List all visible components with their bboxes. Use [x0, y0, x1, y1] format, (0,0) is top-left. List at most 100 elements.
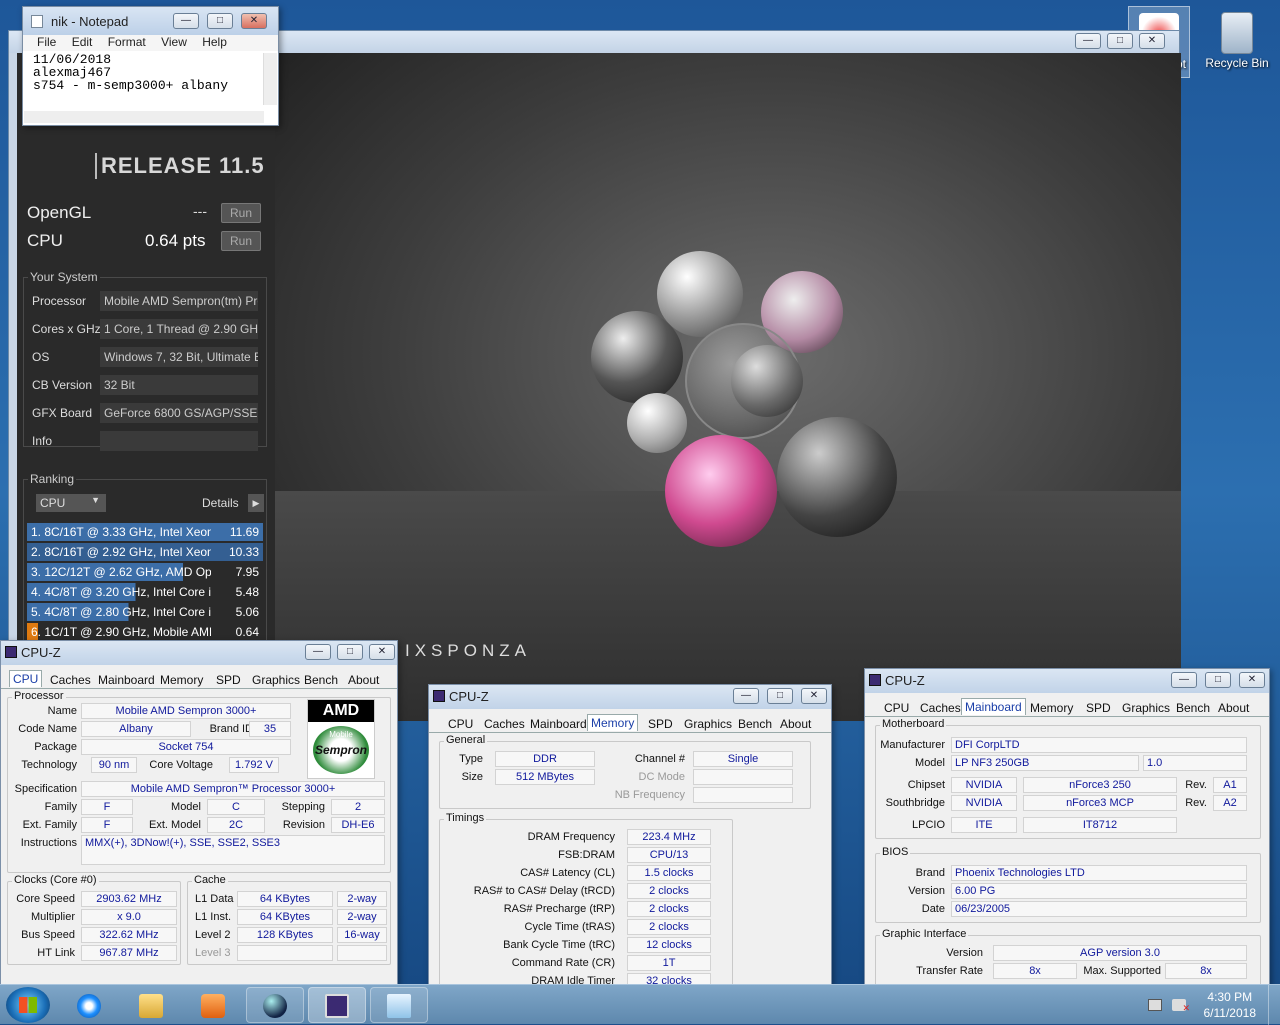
taskbar-notepad[interactable]	[370, 987, 428, 1023]
minimize-button[interactable]: —	[1171, 672, 1197, 688]
tab-mainboard[interactable]: Mainboard	[961, 698, 1026, 715]
stepping: 2	[331, 799, 385, 815]
media-player-icon	[201, 994, 225, 1018]
taskbar-clock[interactable]: 4:30 PM 6/11/2018	[1204, 989, 1257, 1021]
southbridge-rev: A2	[1213, 795, 1247, 811]
nb-frequency	[693, 787, 793, 803]
timing-value: 1T	[627, 955, 711, 971]
tab-about[interactable]: About	[777, 716, 814, 733]
tab-mainboard[interactable]: Mainboard	[95, 672, 158, 689]
tab-cpu[interactable]: CPU	[445, 716, 476, 733]
show-desktop-button[interactable]	[1268, 985, 1280, 1025]
tab-about[interactable]: About	[345, 672, 382, 689]
taskbar-cinebench[interactable]	[246, 987, 304, 1023]
bios-version: 6.00 PG	[951, 883, 1247, 899]
label-revision: Revision	[282, 819, 325, 831]
transfer-rate: 8x	[993, 963, 1077, 979]
tab-graphics[interactable]: Graphics	[1119, 700, 1173, 717]
maximize-button[interactable]: □	[1205, 672, 1231, 688]
taskbar: ✕ 4:30 PM 6/11/2018	[0, 984, 1280, 1025]
tray-network-icon[interactable]	[1148, 999, 1162, 1011]
tab-spd[interactable]: SPD	[213, 672, 244, 689]
notepad-icon	[387, 994, 411, 1018]
close-button[interactable]: ✕	[1139, 33, 1165, 49]
ranking-row[interactable]: 2. 8C/16T @ 2.92 GHz, Intel Xeon C 10.33	[27, 543, 263, 561]
taskbar-explorer[interactable]	[122, 987, 180, 1023]
close-button[interactable]: ✕	[241, 13, 267, 29]
tab-bench[interactable]: Bench	[301, 672, 341, 689]
recycle-bin-label: Recycle Bin	[1205, 56, 1269, 70]
menu-file[interactable]: File	[37, 35, 56, 49]
tab-spd[interactable]: SPD	[1083, 700, 1114, 717]
memory-size: 512 MBytes	[495, 769, 595, 785]
cinebench-window: — □ ✕ RELEASE 11.5 OpenGL --- Run CPU 0.…	[8, 30, 1181, 721]
taskbar-media[interactable]	[184, 987, 242, 1023]
tab-about[interactable]: About	[1215, 700, 1252, 717]
scrollbar-horizontal[interactable]	[24, 111, 264, 123]
label-instructions: Instructions	[20, 837, 77, 849]
close-button[interactable]: ✕	[1239, 672, 1265, 688]
recycle-bin[interactable]: Recycle Bin	[1204, 6, 1270, 70]
southbridge: nForce3 MCP	[1023, 795, 1177, 811]
l1-inst: 64 KBytes	[237, 909, 333, 925]
start-button[interactable]	[6, 987, 50, 1023]
ranking-row[interactable]: 5. 4C/8T @ 2.80 GHz, Intel Core i7 CF5.0…	[27, 603, 263, 621]
details-arrow-icon[interactable]: ▶	[248, 494, 264, 512]
logo-amd: AMD	[308, 700, 374, 722]
taskbar-cpuz[interactable]	[308, 987, 366, 1023]
logo-mobile: Mobile	[329, 730, 353, 739]
timing-value: 223.4 MHz	[627, 829, 711, 845]
tab-memory[interactable]: Memory	[157, 672, 206, 689]
opengl-run-button[interactable]: Run	[221, 203, 261, 223]
label-stepping: Stepping	[281, 801, 325, 813]
tab-caches[interactable]: Caches	[917, 700, 964, 717]
tab-mainboard[interactable]: Mainboard	[527, 716, 590, 733]
cpu-run-button[interactable]: Run	[221, 231, 261, 251]
scrollbar-vertical[interactable]	[263, 53, 277, 105]
close-button[interactable]: ✕	[369, 644, 395, 660]
tab-memory[interactable]: Memory	[587, 714, 639, 731]
ranking-row-current[interactable]: 6. 1C/1T @ 2.90 GHz, Mobile AMD S 0.64	[27, 623, 263, 641]
maximize-button[interactable]: □	[337, 644, 363, 660]
menu-edit[interactable]: Edit	[72, 35, 93, 49]
cpuz-icon	[325, 994, 349, 1018]
ranking-select[interactable]: CPU ▼	[36, 494, 106, 512]
tab-caches[interactable]: Caches	[47, 672, 94, 689]
label-package: Package	[34, 741, 77, 753]
minimize-button[interactable]: —	[1075, 33, 1101, 49]
label-southbridge: Southbridge	[885, 797, 945, 809]
close-button[interactable]: ✕	[801, 688, 827, 704]
notepad-text-area[interactable]: 11/06/2018 alexmaj467 s754 - m-semp3000+ a…	[23, 51, 278, 94]
label-rev: Rev.	[1185, 779, 1207, 791]
label-nb-frequency: NB Frequency	[614, 789, 685, 801]
tab-caches[interactable]: Caches	[481, 716, 528, 733]
tab-graphics[interactable]: Graphics	[681, 716, 735, 733]
maximize-button[interactable]: □	[1107, 33, 1133, 49]
instructions: MMX(+), 3DNow!(+), SSE, SSE2, SSE3	[81, 835, 385, 865]
label-ht-link: HT Link	[37, 947, 75, 959]
minimize-button[interactable]: —	[733, 688, 759, 704]
tab-cpu[interactable]: CPU	[9, 670, 43, 687]
tray-volume-icon[interactable]: ✕	[1172, 999, 1190, 1013]
timing-value: 2 clocks	[627, 919, 711, 935]
maximize-button[interactable]: □	[767, 688, 793, 704]
tab-bench[interactable]: Bench	[1173, 700, 1213, 717]
menu-help[interactable]: Help	[202, 35, 227, 49]
menu-format[interactable]: Format	[108, 35, 146, 49]
ranking-row[interactable]: 1. 8C/16T @ 3.33 GHz, Intel Xeon C 11.69	[27, 523, 263, 541]
tab-cpu[interactable]: CPU	[881, 700, 912, 717]
render-viewport: IXSPONZA	[275, 53, 1181, 721]
tab-memory[interactable]: Memory	[1027, 700, 1076, 717]
ranking-row[interactable]: 3. 12C/12T @ 2.62 GHz, AMD Opterc7.95	[27, 563, 263, 581]
tab-graphics[interactable]: Graphics	[249, 672, 303, 689]
bios-brand: Phoenix Technologies LTD	[951, 865, 1247, 881]
maximize-button[interactable]: □	[207, 13, 233, 29]
minimize-button[interactable]: —	[305, 644, 331, 660]
minimize-button[interactable]: —	[173, 13, 199, 29]
taskbar-ie[interactable]	[60, 987, 118, 1023]
ht-link: 967.87 MHz	[81, 945, 177, 961]
ranking-row[interactable]: 4. 4C/8T @ 3.20 GHz, Intel Core i7 CF5.4…	[27, 583, 263, 601]
tab-bench[interactable]: Bench	[735, 716, 775, 733]
tab-spd[interactable]: SPD	[645, 716, 676, 733]
menu-view[interactable]: View	[161, 35, 187, 49]
